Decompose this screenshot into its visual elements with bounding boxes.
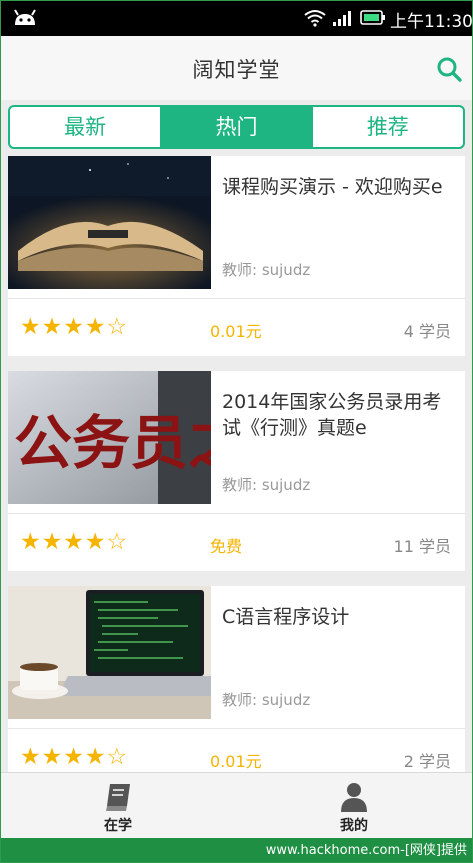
category-tabs: 最新 热门 推荐 xyxy=(8,105,465,149)
signal-icon xyxy=(333,11,351,26)
card-divider xyxy=(8,513,465,514)
nav-label: 在学 xyxy=(104,818,132,834)
thumbnail-caption: 公务员之 xyxy=(14,409,211,477)
course-thumbnail: 公务员之 xyxy=(8,371,211,504)
course-list: 课程购买演示 - 欢迎购买e 教师: sujudz ★★★★☆ 0.01元 4 … xyxy=(0,156,473,772)
nav-item-mine[interactable]: 我的 xyxy=(236,773,472,839)
course-title: 2014年国家公务员录用考试《行测》真题e xyxy=(222,391,442,439)
course-thumbnail xyxy=(8,156,211,289)
tab-recommended[interactable]: 推荐 xyxy=(313,107,463,147)
battery-icon xyxy=(360,10,385,25)
card-divider xyxy=(8,298,465,299)
tab-hot[interactable]: 热门 xyxy=(161,107,313,147)
course-card[interactable]: 公务员之 2014年国家公务员录用考试《行测》真题e 教师: sujudz ★★… xyxy=(8,371,465,571)
student-count: 11 学员 xyxy=(393,537,451,556)
status-time: 上午11:30 xyxy=(390,12,473,32)
student-count: 4 学员 xyxy=(403,322,451,341)
course-teacher: 教师: sujudz xyxy=(222,476,311,494)
card-divider xyxy=(8,728,465,729)
course-card[interactable]: 课程购买演示 - 欢迎购买e 教师: sujudz ★★★★☆ 0.01元 4 … xyxy=(8,156,465,356)
android-icon xyxy=(14,9,36,25)
nav-label: 我的 xyxy=(340,818,368,834)
course-price: 0.01元 xyxy=(210,752,262,771)
nav-item-learning[interactable]: 在学 xyxy=(0,773,236,839)
student-count: 2 学员 xyxy=(403,752,451,771)
course-price: 免费 xyxy=(210,537,243,556)
wifi-icon xyxy=(304,10,326,27)
course-title: 课程购买演示 - 欢迎购买e xyxy=(222,176,443,198)
user-icon xyxy=(341,783,367,812)
rating-stars: ★★★★☆ xyxy=(20,314,129,340)
course-price: 0.01元 xyxy=(210,322,262,341)
course-card[interactable]: C语言程序设计 教师: sujudz ★★★★☆ 0.01元 2 学员 xyxy=(8,586,465,772)
rating-stars: ★★★★☆ xyxy=(20,529,129,555)
app-header: 阔知学堂 xyxy=(0,36,473,100)
status-bar: 上午11:30 xyxy=(0,0,473,36)
bottom-nav: 在学 我的 xyxy=(0,772,473,839)
course-thumbnail xyxy=(8,586,211,719)
tab-latest[interactable]: 最新 xyxy=(10,107,162,147)
rating-stars: ★★★★☆ xyxy=(20,744,129,770)
course-teacher: 教师: sujudz xyxy=(222,261,311,279)
page-title: 阔知学堂 xyxy=(192,58,281,82)
course-teacher: 教师: sujudz xyxy=(222,691,311,709)
search-icon[interactable] xyxy=(436,56,462,82)
watermark-bar: www.hackhome.com-[网侠]提供 xyxy=(0,838,473,863)
course-title: C语言程序设计 xyxy=(222,606,350,628)
book-icon xyxy=(106,784,130,811)
